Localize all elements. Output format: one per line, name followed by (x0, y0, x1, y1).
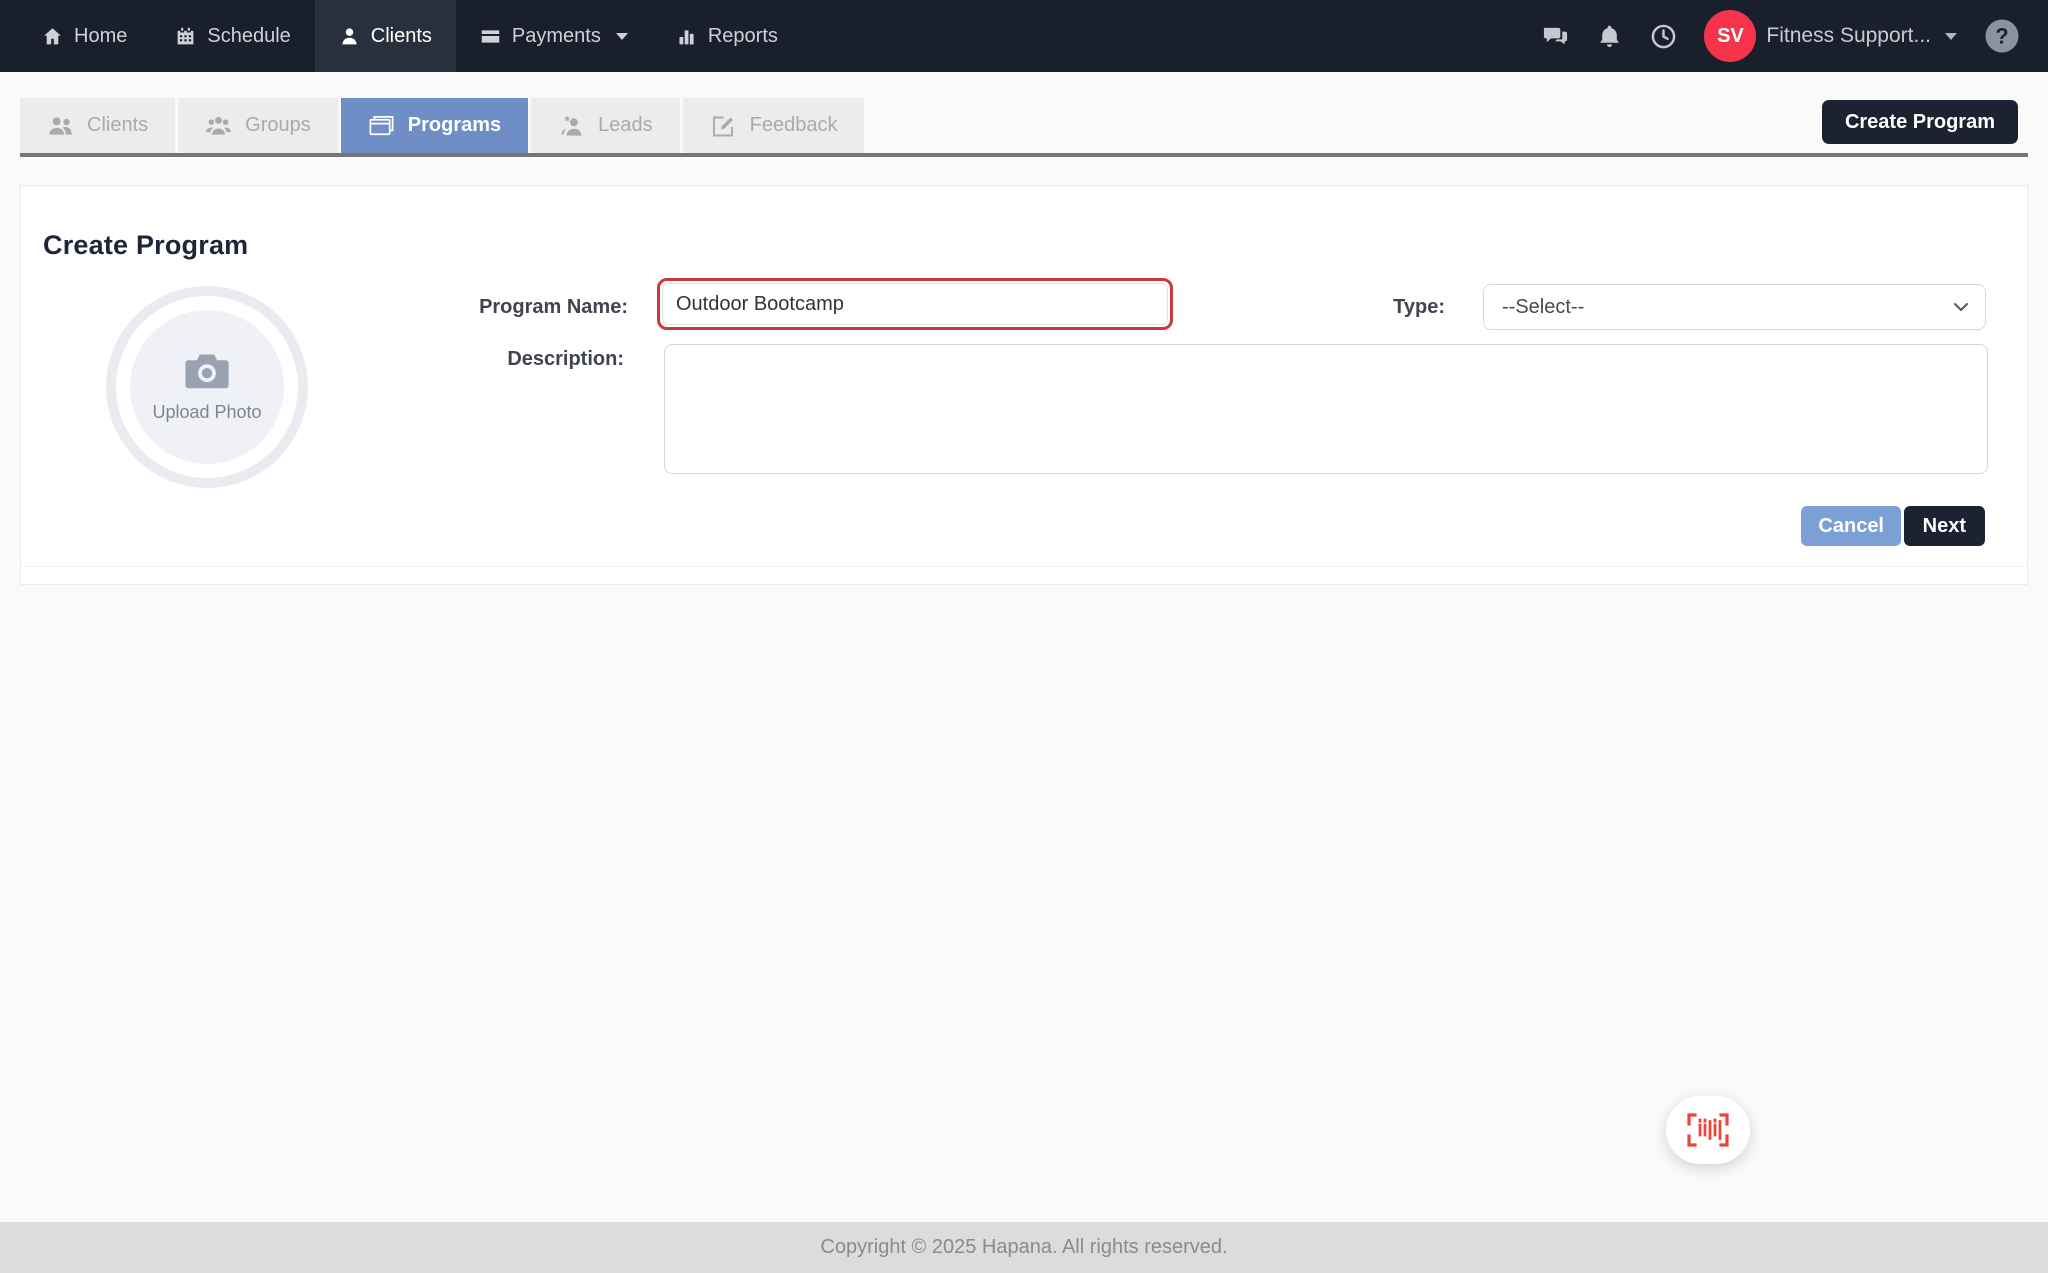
chat-icon[interactable] (1542, 23, 1569, 50)
upload-photo-button[interactable]: Upload Photo (106, 286, 308, 488)
nav-item-clients[interactable]: Clients (315, 0, 456, 72)
nav-item-schedule[interactable]: Schedule (151, 0, 314, 72)
tab-leads[interactable]: Leads (531, 98, 680, 153)
two-users-icon (47, 114, 74, 138)
nav-label: Home (74, 25, 127, 48)
tab-label: Feedback (750, 114, 838, 137)
card-footer-divider (21, 566, 2027, 567)
copyright-text: Copyright © 2025 Hapana. All rights rese… (820, 1236, 1227, 1259)
feedback-note-icon (710, 114, 737, 138)
nav-label: Reports (708, 25, 778, 48)
help-icon[interactable]: ? (1984, 18, 2020, 54)
windows-stack-icon (368, 114, 395, 138)
tab-groups[interactable]: Groups (178, 98, 338, 153)
lead-user-icon (558, 114, 585, 138)
barcode-scan-fab[interactable] (1666, 1096, 1750, 1164)
chevron-down-icon (1951, 297, 1971, 317)
group-icon (205, 114, 232, 138)
upload-photo-inner: Upload Photo (130, 310, 284, 464)
calendar-icon (175, 26, 196, 47)
program-name-label: Program Name: (417, 296, 628, 319)
next-button[interactable]: Next (1904, 506, 1985, 546)
nav-utilities: SV Fitness Support... ? (1542, 0, 2048, 72)
barcode-scan-icon (1685, 1112, 1731, 1148)
program-name-field-focus-ring (657, 278, 1173, 330)
type-label: Type: (1315, 296, 1445, 319)
page: Home Schedule Clients Payments Reports (0, 0, 2048, 1273)
type-select[interactable]: --Select-- (1483, 284, 1986, 330)
credit-card-icon (480, 26, 501, 47)
description-textarea[interactable] (664, 344, 1988, 474)
tab-label: Leads (598, 114, 653, 137)
nav-item-home[interactable]: Home (18, 0, 151, 72)
tab-programs[interactable]: Programs (341, 98, 528, 153)
account-menu[interactable]: SV Fitness Support... (1704, 10, 1957, 62)
nav-label: Clients (371, 25, 432, 48)
nav-label: Schedule (207, 25, 290, 48)
copyright-footer: Copyright © 2025 Hapana. All rights rese… (0, 1222, 2048, 1273)
main-menu: Home Schedule Clients Payments Reports (0, 0, 802, 72)
camera-icon (184, 352, 230, 390)
clients-tab-bar: Clients Groups Programs Leads Feedback (20, 98, 2028, 157)
clock-icon[interactable] (1650, 23, 1677, 50)
create-program-button[interactable]: Create Program (1822, 100, 2018, 144)
chevron-down-icon (1945, 33, 1957, 40)
tab-clients[interactable]: Clients (20, 98, 175, 153)
tab-label: Groups (245, 114, 311, 137)
avatar[interactable]: SV (1704, 10, 1756, 62)
home-icon (42, 26, 63, 47)
top-nav: Home Schedule Clients Payments Reports (0, 0, 2048, 72)
bar-chart-icon (676, 26, 697, 47)
nav-item-reports[interactable]: Reports (652, 0, 802, 72)
bell-icon[interactable] (1596, 23, 1623, 50)
nav-label: Payments (512, 25, 601, 48)
page-title: Create Program (43, 230, 248, 261)
upload-photo-label: Upload Photo (152, 402, 261, 423)
cancel-button[interactable]: Cancel (1801, 506, 1901, 546)
account-name: Fitness Support... (1766, 24, 1931, 48)
user-icon (339, 26, 360, 47)
chevron-down-icon (616, 33, 628, 40)
nav-item-payments[interactable]: Payments (456, 0, 652, 72)
tab-feedback[interactable]: Feedback (683, 98, 865, 153)
svg-text:?: ? (1995, 24, 2008, 49)
tab-label: Programs (408, 114, 501, 137)
type-select-value: --Select-- (1502, 296, 1584, 319)
description-label: Description: (413, 348, 624, 371)
create-program-card: Create Program Upload Photo Program Name… (20, 185, 2028, 585)
program-name-input[interactable] (662, 283, 1168, 325)
tab-label: Clients (87, 114, 148, 137)
